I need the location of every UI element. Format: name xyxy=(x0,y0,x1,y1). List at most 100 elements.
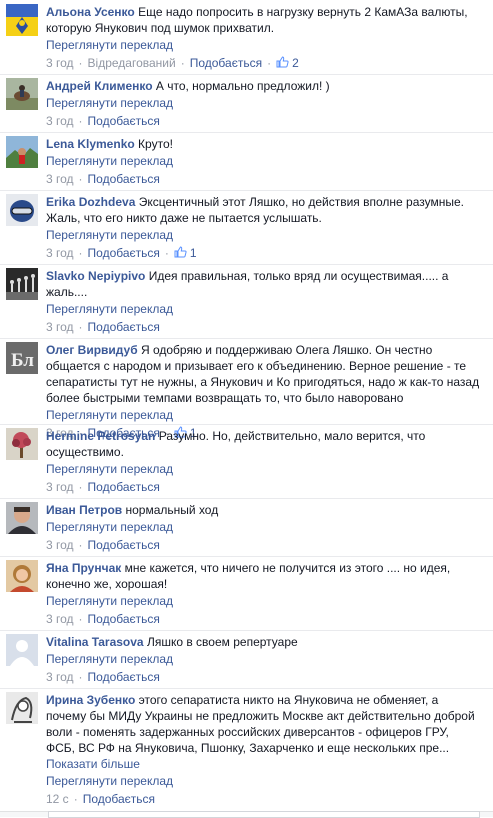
comment-time[interactable]: 3 год xyxy=(46,670,74,684)
comment-author[interactable]: Hermine Petrosyan xyxy=(46,429,155,443)
comment-time[interactable]: 3 год xyxy=(46,114,74,128)
comment-body: Иван Петров нормальный ход Переглянути пе… xyxy=(46,502,481,554)
avatar[interactable] xyxy=(6,268,38,300)
comment-time[interactable]: 12 с xyxy=(46,792,69,806)
comment-time[interactable]: 3 год xyxy=(46,538,74,552)
like-button[interactable]: Подобається xyxy=(88,538,160,552)
comment-divider xyxy=(0,338,493,339)
comment-time[interactable]: 3 год xyxy=(46,480,74,494)
like-count-value: 2 xyxy=(292,56,299,70)
comment-body: Lena Klymenko Круто! Переглянути переклад… xyxy=(46,136,481,188)
translate-link[interactable]: Переглянути переклад xyxy=(46,518,481,536)
comment-author[interactable]: Erika Dozhdeva xyxy=(46,195,135,209)
comment-content: Яна Прунчак мне кажется, что ничего не п… xyxy=(46,560,481,592)
like-button[interactable]: Подобається xyxy=(190,56,262,70)
translate-link[interactable]: Переглянути переклад xyxy=(46,650,481,668)
like-button[interactable]: Подобається xyxy=(88,320,160,334)
comment-content: Альона Усенко Еще надо попросить в нагру… xyxy=(46,4,481,36)
meta-separator: · xyxy=(78,320,83,334)
edited-label[interactable]: Відредагований xyxy=(88,56,176,70)
meta-separator: · xyxy=(78,612,83,626)
meta-separator: · xyxy=(78,56,83,70)
reply-input[interactable] xyxy=(48,811,480,818)
comment-content: Erika Dozhdeva Эксцентичный этот Ляшко, … xyxy=(46,194,481,226)
comment-author[interactable]: Lena Klymenko xyxy=(46,137,135,151)
comment-content: Hermine Petrosyan Разумно. Но, действите… xyxy=(46,428,481,460)
woman-avatar-image xyxy=(6,560,38,592)
comment-meta: 3 год · Подобається xyxy=(46,112,481,130)
comment-body: Андрей Клименко А что, нормально предлож… xyxy=(46,78,481,130)
like-button[interactable]: Подобається xyxy=(88,172,160,186)
default-avatar-image xyxy=(6,634,38,666)
comment-body: Hermine Petrosyan Разумно. Но, действите… xyxy=(46,428,481,496)
translate-link[interactable]: Переглянути переклад xyxy=(46,406,481,424)
svg-text:Бл: Бл xyxy=(11,350,34,371)
comment-author[interactable]: Vitalina Tarasova xyxy=(46,635,144,649)
thumbs-up-icon xyxy=(276,56,289,68)
logo-avatar-image: Бл xyxy=(6,342,38,374)
avatar[interactable] xyxy=(6,692,38,724)
avatar[interactable] xyxy=(6,4,38,36)
avatar[interactable] xyxy=(6,194,38,226)
like-button[interactable]: Подобається xyxy=(88,246,160,260)
like-button[interactable]: Подобається xyxy=(88,480,160,494)
avatar[interactable] xyxy=(6,428,38,460)
comment-author[interactable]: Олег Вирвидуб xyxy=(46,343,138,357)
like-button[interactable]: Подобається xyxy=(88,114,160,128)
comment-content: Андрей Клименко А что, нормально предлож… xyxy=(46,78,481,94)
avatar[interactable]: Бл xyxy=(6,342,38,374)
comment-meta: 3 год · Подобається xyxy=(46,318,481,336)
comment-time[interactable]: 3 год xyxy=(46,56,74,70)
avatar[interactable] xyxy=(6,634,38,666)
comment-time[interactable]: 3 год xyxy=(46,172,74,186)
comment-body: Ирина Зубенко этого сепаратиста никто на… xyxy=(46,692,481,808)
translate-link[interactable]: Переглянути переклад xyxy=(46,772,481,790)
avatar[interactable] xyxy=(6,78,38,110)
comment-content: Иван Петров нормальный ход xyxy=(46,502,481,518)
meta-separator: · xyxy=(78,114,83,128)
comment-content: Slavko Nepiypivo Идея правильная, только… xyxy=(46,268,481,300)
comment-time[interactable]: 3 год xyxy=(46,320,74,334)
translate-link[interactable]: Переглянути переклад xyxy=(46,300,481,318)
show-more-link[interactable]: Показати більше xyxy=(46,757,140,771)
like-count[interactable]: 1 xyxy=(174,246,197,260)
comment-author[interactable]: Ирина Зубенко xyxy=(46,693,135,707)
comment-divider xyxy=(0,498,493,499)
meta-separator: · xyxy=(267,56,272,70)
comment-author[interactable]: Андрей Клименко xyxy=(46,79,153,93)
comment-meta: 3 год · Подобається xyxy=(46,610,481,628)
comment-divider xyxy=(0,556,493,557)
comment-time[interactable]: 3 год xyxy=(46,246,74,260)
comment-divider xyxy=(0,424,493,425)
comment-author[interactable]: Slavko Nepiypivo xyxy=(46,269,145,283)
comment-text: А что, нормально предложил! ) xyxy=(155,79,330,93)
comment-divider xyxy=(0,688,493,689)
avatar[interactable] xyxy=(6,502,38,534)
translate-link[interactable]: Переглянути переклад xyxy=(46,36,481,54)
evolution-avatar-image xyxy=(6,268,38,300)
avatar[interactable] xyxy=(6,136,38,168)
comment-author[interactable]: Иван Петров xyxy=(46,503,122,517)
translate-link[interactable]: Переглянути переклад xyxy=(46,94,481,112)
avatar[interactable] xyxy=(6,560,38,592)
comment-time[interactable]: 3 год xyxy=(46,612,74,626)
thumbs-up-icon xyxy=(174,246,187,258)
comment-author[interactable]: Альона Усенко xyxy=(46,5,135,19)
horse-avatar-image xyxy=(6,78,38,110)
landscape-avatar-image xyxy=(6,136,38,168)
meta-separator: · xyxy=(78,172,83,186)
translate-link[interactable]: Переглянути переклад xyxy=(46,592,481,610)
like-count[interactable]: 2 xyxy=(276,56,299,70)
translate-link[interactable]: Переглянути переклад xyxy=(46,460,481,478)
like-count-value: 1 xyxy=(189,246,197,260)
translate-link[interactable]: Переглянути переклад xyxy=(46,226,481,244)
comment-divider xyxy=(0,74,493,75)
comment-body: Олег Вирвидуб Я одобряю и поддерживаю Ол… xyxy=(46,342,481,442)
comment-author[interactable]: Яна Прунчак xyxy=(46,561,121,575)
like-button[interactable]: Подобається xyxy=(88,612,160,626)
meta-separator: · xyxy=(180,56,185,70)
like-button[interactable]: Подобається xyxy=(88,670,160,684)
like-button[interactable]: Подобається xyxy=(83,792,155,806)
translate-link[interactable]: Переглянути переклад xyxy=(46,152,481,170)
comment-meta: 3 год · Подобається xyxy=(46,668,481,686)
